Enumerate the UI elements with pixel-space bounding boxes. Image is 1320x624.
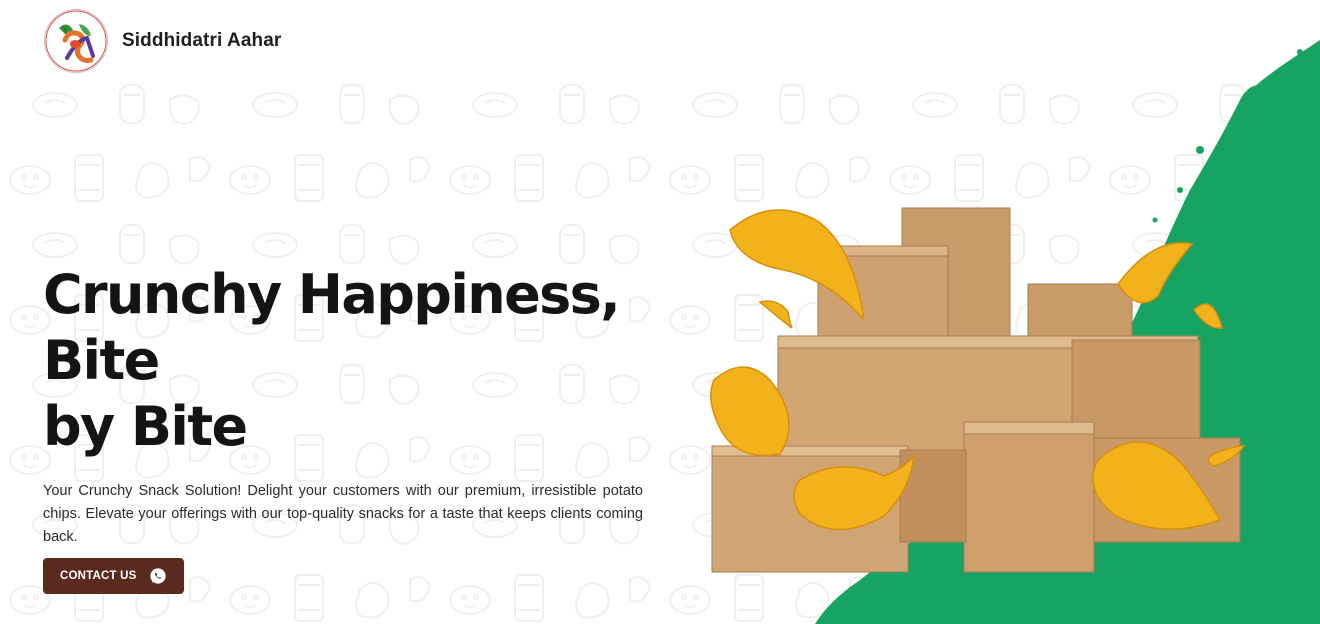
contact-us-label: CONTACT US [60, 570, 137, 582]
brand-name[interactable]: Siddhidatri Aahar [122, 30, 281, 52]
hero-title-line-1: Crunchy Happiness, Bite [43, 263, 621, 392]
whatsapp-icon [149, 568, 166, 584]
siddhidatri-aahar-logo-icon [45, 10, 107, 72]
site-header: Siddhidatri Aahar [0, 0, 1320, 82]
hero-description: Your Crunchy Snack Solution! Delight you… [43, 483, 643, 545]
hero-section: Crunchy Happiness, Bite by Bite Your Cru… [43, 262, 643, 594]
hero-title-line-2: by Bite [43, 395, 248, 458]
hero-boxes-chips-illustration [710, 40, 1320, 624]
brand-logo[interactable] [44, 9, 108, 73]
hero-title: Crunchy Happiness, Bite by Bite [43, 262, 643, 460]
contact-us-button[interactable]: CONTACT US [43, 558, 184, 594]
